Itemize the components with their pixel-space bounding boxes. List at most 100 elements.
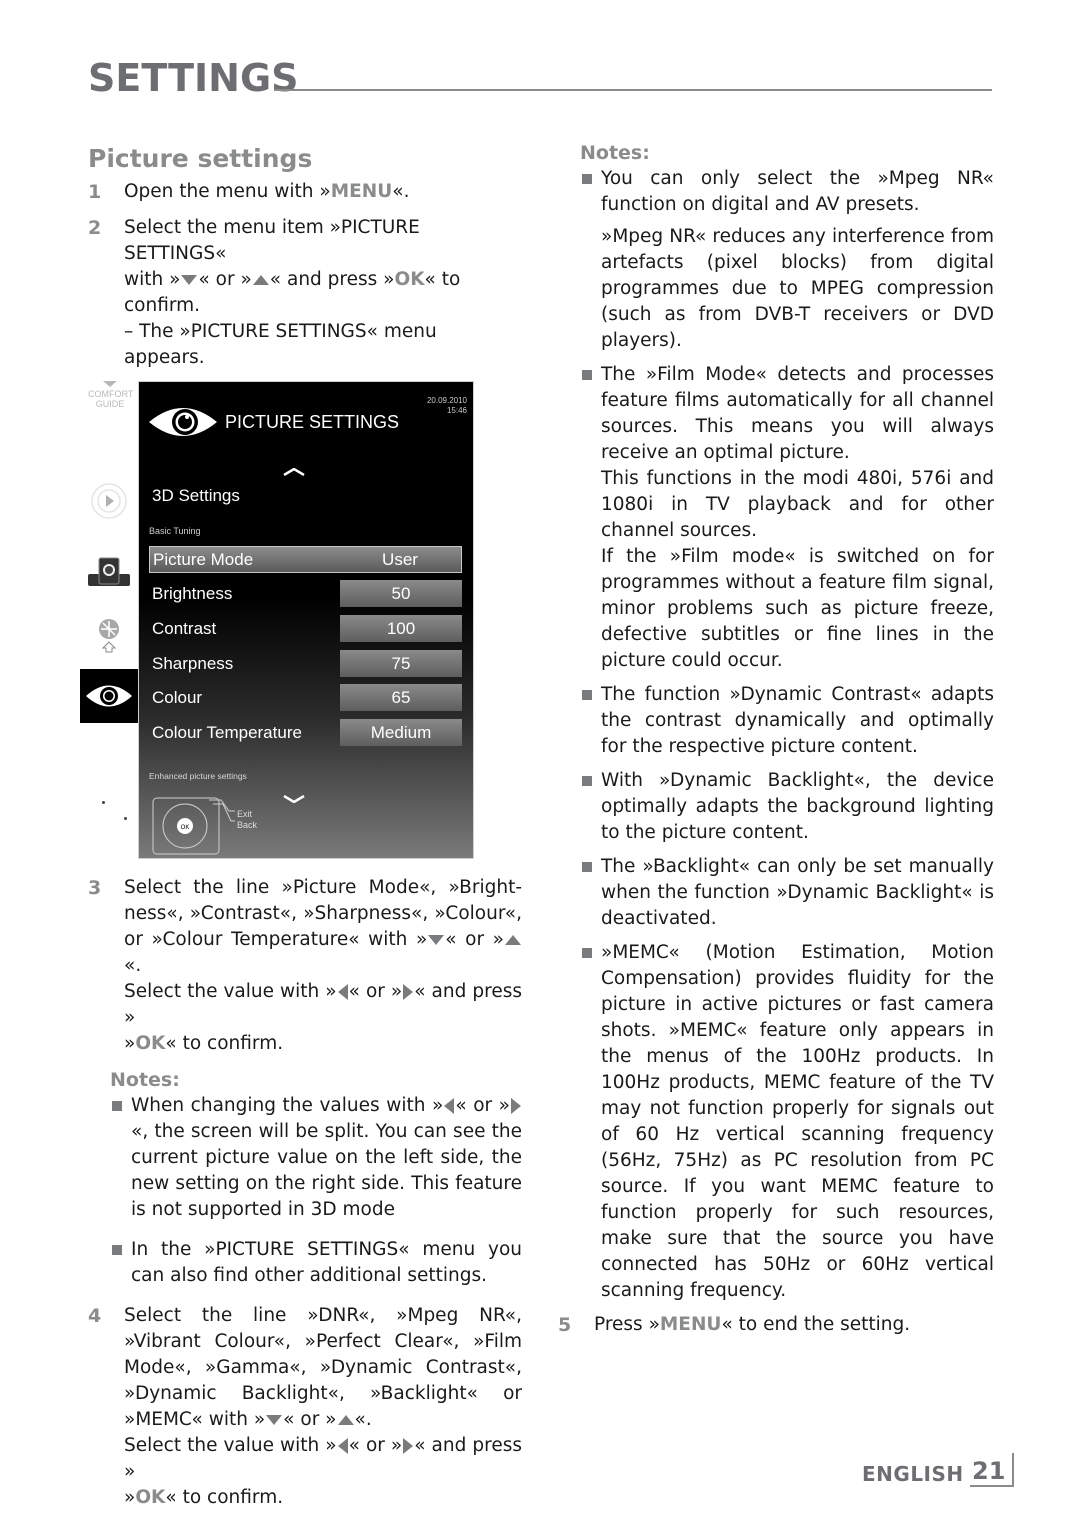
step-text: «.	[392, 181, 410, 202]
decorative-dot	[124, 817, 127, 820]
step-number: 2	[88, 217, 102, 239]
source-globe-icon	[88, 557, 130, 586]
tv-menu-screenshot: COMFORT GUIDE 20.09.2010 15:46 PICTURE S…	[80, 381, 514, 861]
notes-title: Notes:	[580, 142, 650, 164]
scroll-up-chevron-icon[interactable]	[283, 468, 305, 476]
comfort-guide-label: GUIDE	[95, 399, 125, 409]
row-label: Contrast	[152, 618, 217, 638]
step-text: « or »	[198, 269, 252, 290]
page-number: 21	[972, 1457, 1006, 1485]
basic-tuning-label: Basic Tuning	[149, 526, 201, 536]
remote-navigation-icon: OK	[152, 797, 235, 855]
note-text: »MEMC« (Motion Estimation, Motion Compen…	[601, 942, 994, 1301]
decorative-dot	[102, 801, 105, 804]
step-number: 1	[88, 181, 102, 203]
step-number: 3	[88, 877, 102, 899]
row-value: 75	[340, 650, 462, 677]
note-item: When changing the values with » « or » «, …	[110, 1093, 522, 1223]
ok-button-label: OK	[181, 825, 190, 831]
page-title: SETTINGS	[88, 56, 299, 100]
up-arrow-icon	[337, 1415, 354, 1425]
side-item-media[interactable]	[80, 479, 138, 523]
row-label: Picture Mode	[153, 549, 254, 569]
right-notes: Notes: You can only select the »Mpeg NR«…	[558, 140, 994, 1304]
side-item-settings[interactable]	[80, 613, 138, 657]
menu-item-3d-settings[interactable]: 3D Settings	[152, 486, 240, 506]
step-text: – The »PICTURE SETTINGS« menu appears.	[124, 321, 437, 368]
enhanced-picture-settings-label: Enhanced picture settings	[149, 771, 247, 781]
comfort-guide[interactable]: COMFORT GUIDE	[88, 381, 134, 409]
note-text: In the »PICTURE SETTINGS« menu you can a…	[131, 1239, 522, 1286]
menu-row-sharpness[interactable]: Sharpness 75	[149, 650, 462, 677]
back-label: Back	[237, 820, 258, 830]
note-item-backlight: The »Backlight« can only be set manually…	[580, 854, 994, 932]
date: 20.09.2010	[426, 396, 467, 405]
eye-icon	[86, 685, 132, 707]
note-item-dynamic-contrast: The function »Dynamic Contrast« adapts t…	[580, 682, 994, 760]
ok-key: OK	[135, 1033, 166, 1054]
step-1: 1 Open the menu with »MENU«.	[88, 179, 522, 205]
footer-rule	[970, 1485, 1014, 1487]
note-text: « or »	[455, 1095, 511, 1116]
bullet-icon	[582, 174, 592, 184]
row-value: User	[382, 549, 418, 569]
step-4: 4 Select the line »DNR«, »Mpeg NR«, »Vib…	[88, 1305, 522, 1508]
note-text: If the »Film mode« is switched on for pr…	[601, 546, 994, 671]
bullet-icon	[582, 948, 592, 958]
up-arrow-icon	[505, 935, 521, 945]
bullet-icon	[582, 776, 592, 786]
note-text: »Mpeg NR« reduces any interference from …	[601, 226, 994, 351]
menu-row-contrast[interactable]: Contrast 100	[149, 615, 462, 642]
step-text: « to confirm.	[165, 1033, 284, 1054]
menu-row-colour-temperature[interactable]: Colour Temperature Medium	[149, 719, 462, 746]
left-arrow-icon	[444, 1098, 455, 1114]
section-title: Picture settings	[88, 144, 313, 173]
bullet-icon	[112, 1245, 122, 1255]
step-text: Select the menu item »PICTURE SETTINGS«	[124, 217, 420, 264]
step-text: « to end the setting.	[721, 1314, 911, 1335]
row-value: Medium	[340, 719, 462, 746]
step-text: «.	[124, 955, 142, 976]
right-arrow-icon	[403, 1438, 414, 1454]
side-item-picture-active[interactable]	[80, 669, 138, 723]
note-item-film-mode: The »Film Mode« detects and processes fe…	[580, 362, 994, 674]
note-item-memc: »MEMC« (Motion Estimation, Motion Compen…	[580, 940, 994, 1304]
note-text: The function »Dynamic Contrast« adapts t…	[601, 684, 994, 757]
nav-legend: Exit Back	[237, 809, 257, 831]
row-label: Colour Temperature	[152, 722, 302, 742]
ok-key: OK	[394, 269, 425, 290]
step-text: Select the value with »	[124, 981, 337, 1002]
note-text: The »Film Mode« detects and processes fe…	[601, 364, 994, 463]
up-arrow-icon	[252, 275, 269, 285]
menu-row-colour[interactable]: Colour 65	[149, 684, 462, 711]
left-arrow-icon	[337, 984, 348, 1000]
menu-row-brightness[interactable]: Brightness 50	[149, 580, 462, 607]
menu-row-picture-mode[interactable]: Picture Mode User	[149, 546, 462, 573]
note-text: You can only select the »Mpeg NR« functi…	[601, 168, 994, 215]
bullet-icon	[582, 370, 592, 380]
down-arrow-icon	[428, 935, 445, 945]
step-text: « or »	[445, 929, 504, 950]
scroll-down-chevron-icon[interactable]	[283, 795, 305, 803]
bullet-icon	[112, 1101, 122, 1111]
row-label: Sharpness	[152, 653, 234, 673]
note-item-mpeg-nr: You can only select the »Mpeg NR« functi…	[580, 166, 994, 354]
step-text: « and press »	[269, 269, 395, 290]
arrow-up-outline-icon	[102, 641, 116, 653]
side-item-sources[interactable]	[80, 553, 138, 593]
step-text: « or »	[348, 981, 403, 1002]
step-text: Open the menu with »	[124, 181, 331, 202]
footer-language: ENGLISH	[862, 1462, 964, 1486]
menu-key: MENU	[330, 181, 393, 202]
comfort-guide-label: COMFORT	[88, 389, 134, 399]
right-arrow-icon	[403, 984, 414, 1000]
note-text: With »Dynamic Backlight«, the device opt…	[601, 770, 994, 843]
row-value: 65	[340, 684, 462, 711]
satellite-settings-icon	[99, 619, 119, 639]
ok-key: OK	[135, 1487, 166, 1508]
date-time: 20.09.2010 15:46	[427, 396, 467, 416]
step-text: with »	[124, 269, 181, 290]
note-text: The »Backlight« can only be set manually…	[601, 856, 994, 929]
comfort-guide-arrow-icon	[103, 381, 117, 387]
eye-icon	[149, 408, 217, 436]
